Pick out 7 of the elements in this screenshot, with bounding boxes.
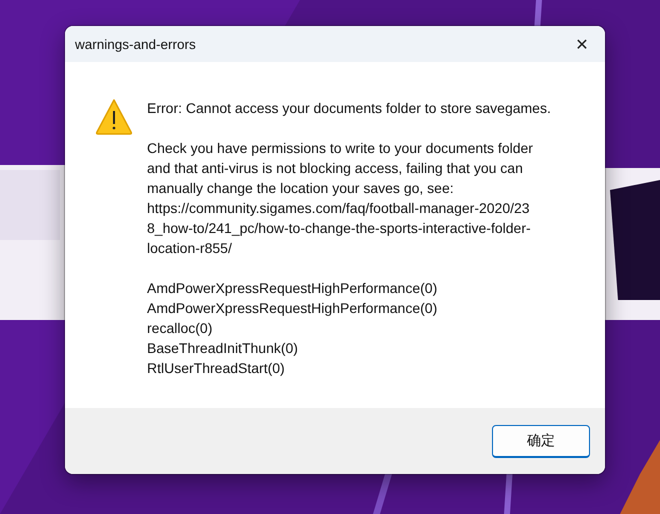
message-text: Check you have permissions to write to your documents folder and that anti-virus is not blocking access, failing that you can manually change the location your saves go, see: https://community.sigames.com/faq/football-manager-2020/23 8_how-to/241_pc/how-to-change-the-sports-interactive-folder- location-r855/ <box>147 139 534 258</box>
ok-button[interactable]: 确定 <box>492 424 590 458</box>
window-title: warnings-and-errors <box>75 36 196 52</box>
warning-icon <box>95 98 133 136</box>
message-text: AmdPowerXpressRequestHighPerformance(0) AmdPowerXpressRequestHighPerformance(0) recalloc(0) BaseThreadInitThunk(0) RtlUserThreadStart(0) <box>147 279 438 378</box>
close-button[interactable]: ✕ <box>559 26 605 62</box>
message-text: Error: Cannot access your documents folder to store savegames. <box>147 99 551 118</box>
